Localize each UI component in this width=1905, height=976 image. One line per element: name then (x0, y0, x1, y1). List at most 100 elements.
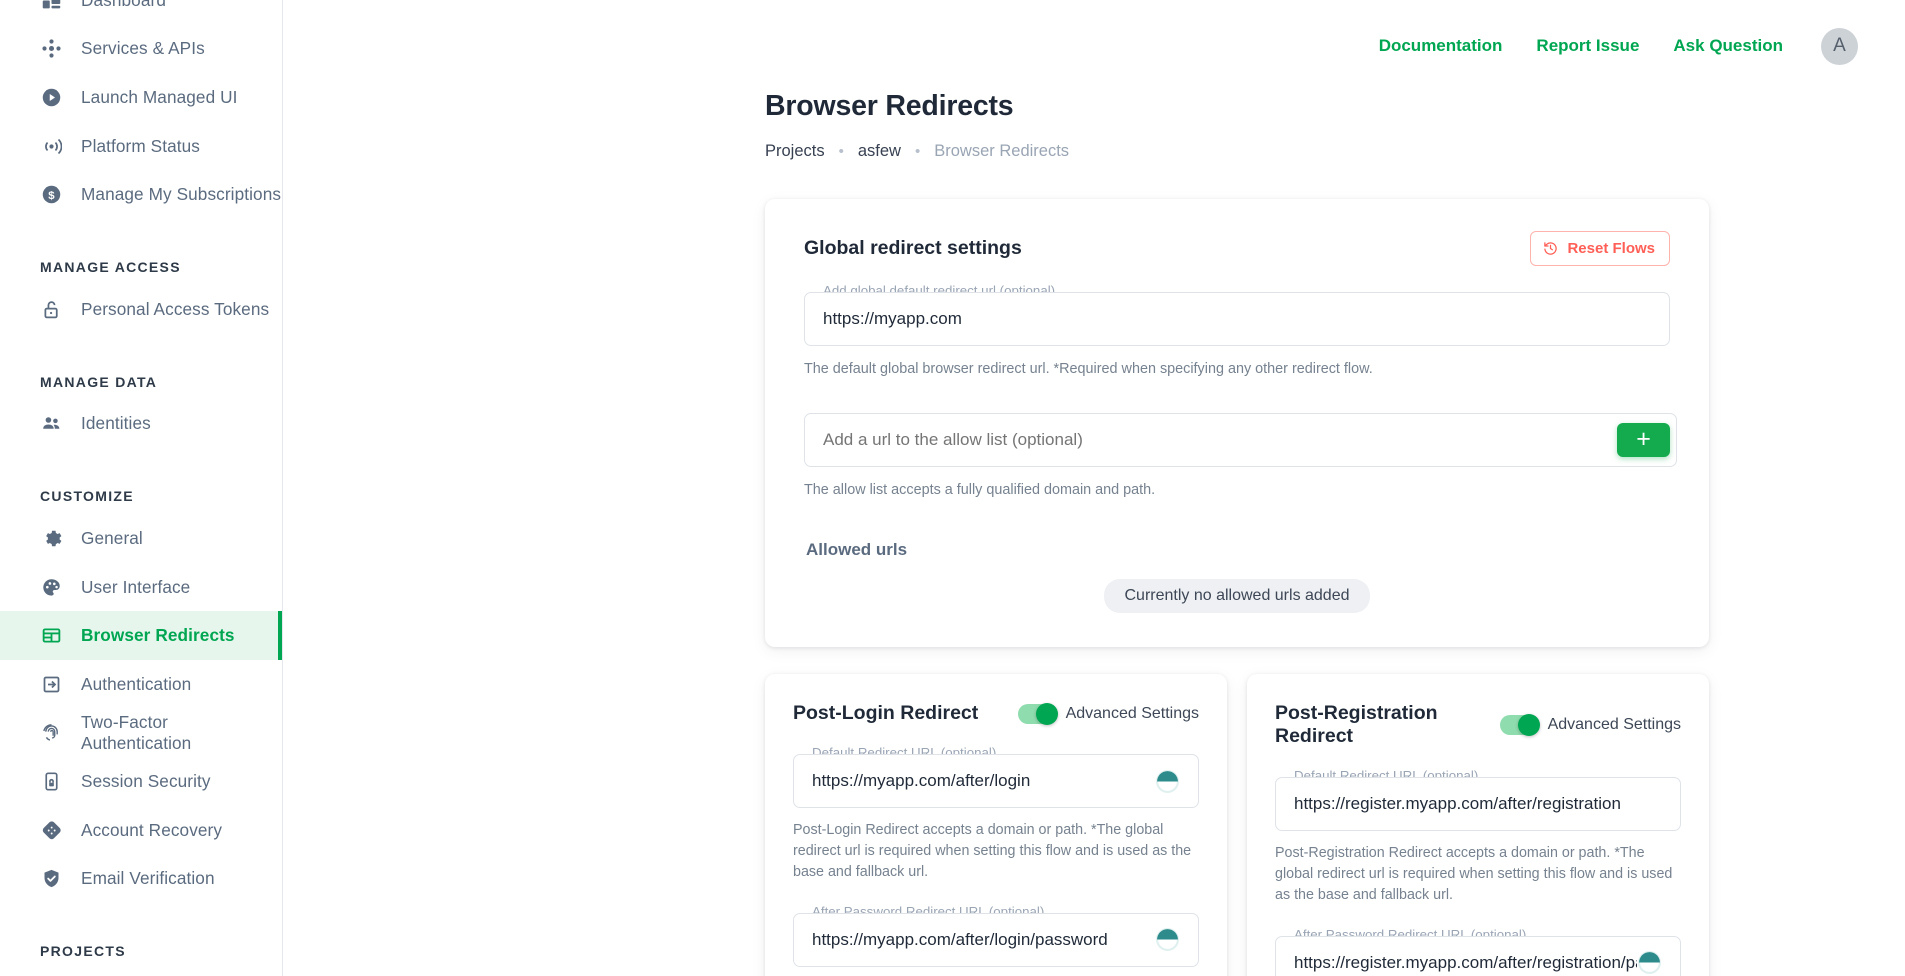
sidebar-item-label: Services & APIs (81, 38, 205, 59)
breadcrumb-separator: • (838, 142, 844, 160)
sidebar-item-manage-my-subscriptions[interactable]: $ Manage My Subscriptions (0, 170, 282, 219)
platform-status-icon (40, 135, 62, 157)
post-login-header: Post-Login Redirect Advanced Settings (793, 702, 1199, 725)
page-title: Browser Redirects (765, 90, 1014, 122)
sidebar-item-label: Authentication (81, 673, 192, 694)
post-login-default-url-input[interactable] (812, 771, 1155, 792)
allow-list-field[interactable] (804, 412, 1677, 467)
allow-list-help: The allow list accepts a fully qualified… (804, 481, 1156, 498)
sidebar-item-label: Dashboard (81, 0, 166, 11)
report-issue-link[interactable]: Report Issue (1536, 36, 1639, 56)
toggle-knob (1517, 714, 1540, 737)
sidebar-item-label: User Interface (81, 576, 191, 597)
post-registration-default-url-field: Default Redirect URL (optional) (1275, 769, 1681, 832)
avatar[interactable]: A (1821, 27, 1858, 65)
sidebar-section-projects: PROJECTS (40, 942, 126, 959)
sidebar-item-browser-redirects[interactable]: Browser Redirects (0, 611, 282, 660)
sidebar-item-identities[interactable]: Identities (0, 400, 282, 449)
global-card-title: Global redirect settings (804, 236, 1022, 259)
toggle-switch[interactable] (1017, 702, 1058, 725)
sidebar-item-platform-status[interactable]: Platform Status (0, 122, 282, 171)
post-registration-advanced-toggle[interactable]: Advanced Settings (1499, 714, 1681, 737)
add-allowed-url-button[interactable]: + (1617, 422, 1670, 457)
allowed-urls-empty-wrap: Currently no allowed urls added (804, 579, 1670, 614)
sidebar-group-manage-data: Identities (0, 400, 282, 449)
global-default-url-help: The default global browser redirect url.… (804, 360, 1373, 377)
post-login-password-url-input[interactable] (812, 929, 1155, 950)
login-arrow-icon (40, 673, 62, 695)
post-login-password-url-field: After Password Redirect URL (optional) (793, 904, 1199, 967)
browser-redirects-icon (40, 625, 62, 647)
history-icon (1543, 241, 1558, 256)
sidebar-item-overview[interactable]: Overview (0, 969, 282, 976)
post-login-title: Post-Login Redirect (793, 702, 979, 725)
post-login-default-url-help: Post-Login Redirect accepts a domain or … (793, 822, 1192, 880)
breadcrumb-item-project[interactable]: asfew (858, 142, 901, 161)
reset-flows-label: Reset Flows (1567, 239, 1655, 257)
unlock-icon (40, 298, 62, 320)
post-registration-password-url-input[interactable] (1294, 952, 1637, 973)
loading-spinner-icon (1637, 950, 1662, 975)
breadcrumb-item-current: Browser Redirects (934, 141, 1070, 160)
sidebar-item-label: Browser Redirects (81, 625, 235, 646)
global-default-url-box[interactable] (804, 291, 1670, 346)
fingerprint-icon (40, 722, 62, 744)
people-icon (40, 413, 62, 435)
sidebar-item-label: Launch Managed UI (81, 86, 238, 107)
allow-list-row: + (804, 412, 1677, 467)
services-apis-icon (40, 38, 62, 60)
global-default-url-field: Add global default redirect url (optiona… (804, 283, 1670, 346)
sidebar-item-authentication[interactable]: Authentication (0, 660, 282, 709)
sidebar-section-customize: CUSTOMIZE (40, 488, 134, 505)
global-default-url-input[interactable] (823, 308, 1651, 329)
sidebar-item-general[interactable]: General (0, 514, 282, 563)
post-login-redirect-card: Post-Login Redirect Advanced Settings De… (765, 674, 1227, 976)
global-redirect-settings-card: Global redirect settings Reset Flows Add… (765, 198, 1709, 648)
allowed-urls-empty-state: Currently no allowed urls added (1104, 579, 1370, 614)
breadcrumb: Projects • asfew • Browser Redirects (765, 142, 1905, 161)
flow-cards-row: Post-Login Redirect Advanced Settings De… (765, 674, 1709, 976)
dollar-circle-icon: $ (40, 184, 62, 206)
palette-icon (40, 576, 62, 598)
allow-list-input[interactable] (823, 429, 1658, 450)
toggle-switch[interactable] (1499, 714, 1540, 737)
post-registration-toggle-label: Advanced Settings (1547, 716, 1681, 734)
post-registration-password-url-field: After Password Redirect URL (optional) (1275, 927, 1681, 976)
sidebar-item-email-verification[interactable]: Email Verification (0, 854, 282, 903)
post-registration-default-url-box[interactable] (1275, 777, 1681, 832)
sidebar-item-label: Platform Status (81, 135, 200, 156)
sidebar-item-account-recovery[interactable]: Account Recovery (0, 806, 282, 855)
reset-flows-button[interactable]: Reset Flows (1530, 230, 1670, 266)
sidebar-item-dashboard[interactable]: Dashboard (0, 0, 282, 25)
post-registration-default-url-input[interactable] (1294, 794, 1662, 815)
post-login-default-url-field: Default Redirect URL (optional) (793, 746, 1199, 809)
loading-spinner-icon (1155, 927, 1180, 952)
toggle-knob (1035, 702, 1058, 725)
sidebar-item-services-apis[interactable]: Services & APIs (0, 25, 282, 74)
phone-lock-icon (40, 770, 62, 792)
post-login-default-url-box[interactable] (793, 754, 1199, 809)
sidebar-item-two-factor-authentication[interactable]: Two-Factor Authentication (0, 709, 282, 758)
sidebar-item-label: Personal Access Tokens (81, 298, 270, 319)
breadcrumb-item-projects[interactable]: Projects (765, 142, 825, 161)
post-login-advanced-toggle[interactable]: Advanced Settings (1017, 702, 1199, 725)
ask-question-link[interactable]: Ask Question (1673, 36, 1783, 56)
sidebar-item-user-interface[interactable]: User Interface (0, 563, 282, 612)
post-registration-password-url-box[interactable] (1275, 935, 1681, 976)
content-area: Global redirect settings Reset Flows Add… (283, 198, 1905, 976)
documentation-link[interactable]: Documentation (1379, 36, 1503, 56)
post-login-toggle-label: Advanced Settings (1065, 704, 1199, 722)
sidebar-item-launch-managed-ui[interactable]: Launch Managed UI (0, 73, 282, 122)
allowed-urls-title: Allowed urls (806, 540, 908, 560)
sidebar-scroll-region: Dashboard Services & APIs Launch Managed U… (0, 0, 282, 976)
sidebar-item-label: Two-Factor Authentication (81, 711, 192, 753)
gear-icon (40, 527, 62, 549)
post-registration-default-url-help: Post-Registration Redirect accepts a dom… (1275, 845, 1673, 903)
sidebar-item-session-security[interactable]: Session Security (0, 757, 282, 806)
sidebar-item-label: Identities (81, 413, 151, 434)
post-registration-header: Post-Registration Redirect Advanced Sett… (1275, 702, 1681, 748)
sidebar-item-label: General (81, 527, 143, 548)
post-login-password-url-box[interactable] (793, 912, 1199, 967)
sidebar-item-personal-access-tokens[interactable]: Personal Access Tokens (0, 285, 282, 334)
global-card-header: Global redirect settings Reset Flows (804, 230, 1670, 266)
